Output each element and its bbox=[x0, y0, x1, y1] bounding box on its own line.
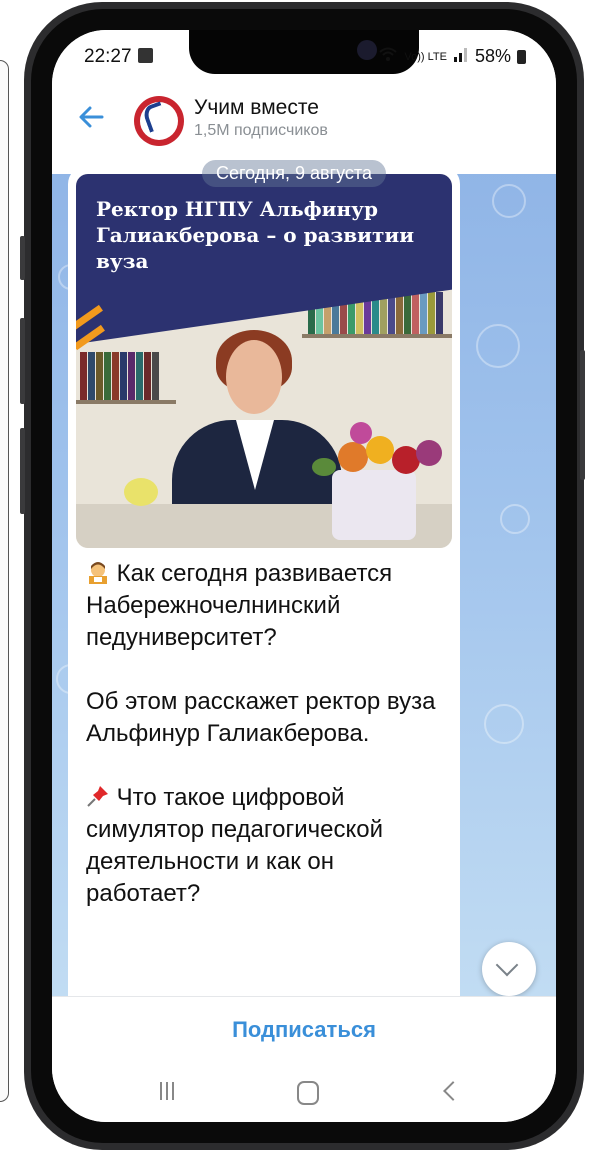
doodle-circle bbox=[484, 704, 524, 744]
bookshelf bbox=[76, 400, 176, 404]
flower-vase bbox=[332, 470, 416, 540]
signal-icon bbox=[453, 46, 469, 67]
chat-area[interactable]: Сегодня, 9 августа Ректор НГПУ Альфинур … bbox=[52, 144, 556, 996]
channel-name[interactable]: Учим вместе bbox=[194, 96, 319, 120]
bookshelf bbox=[302, 334, 452, 338]
wifi-icon bbox=[378, 46, 398, 67]
power-button bbox=[580, 350, 585, 480]
system-nav-bar bbox=[52, 1060, 556, 1122]
chevron-down-icon bbox=[495, 953, 519, 977]
mute-switch bbox=[20, 236, 25, 280]
leaves bbox=[312, 458, 336, 476]
back-arrow-icon[interactable] bbox=[78, 102, 104, 136]
flower bbox=[416, 440, 442, 466]
scroll-down-button[interactable] bbox=[482, 942, 536, 996]
battery-icon bbox=[517, 49, 526, 64]
doodle-circle bbox=[492, 184, 526, 218]
books-left bbox=[80, 352, 159, 400]
photo-title: Ректор НГПУ Альфинур Галиакберова – о ра… bbox=[96, 197, 415, 273]
message-paragraph: Об этом расскажет ректор вуза Альфинур Г… bbox=[86, 688, 436, 747]
volume-up-button bbox=[20, 318, 25, 404]
status-bar: 22:27 Vo)) LTE 58% bbox=[52, 30, 556, 82]
post-photo[interactable]: Ректор НГПУ Альфинур Галиакберова – о ра… bbox=[76, 174, 452, 548]
flower bbox=[350, 422, 372, 444]
message-text: Как сегодня развивается Набережночелнинс… bbox=[86, 558, 448, 942]
pushpin-emoji-icon bbox=[86, 784, 110, 808]
battery-percent: 58% bbox=[474, 46, 511, 66]
status-time: 22:27 bbox=[84, 46, 132, 67]
volume-down-button bbox=[20, 428, 25, 514]
message-paragraph: Как сегодня развивается Набережночелнинс… bbox=[86, 560, 393, 651]
teacher-emoji-icon bbox=[86, 560, 110, 584]
channel-avatar[interactable] bbox=[134, 96, 184, 146]
doodle-circle bbox=[476, 324, 520, 368]
front-camera bbox=[357, 40, 377, 60]
desk-lamp bbox=[124, 478, 158, 506]
nav-back-icon[interactable] bbox=[443, 1081, 463, 1101]
subscribe-button[interactable]: Подписаться bbox=[52, 1017, 556, 1043]
recents-icon[interactable] bbox=[160, 1082, 178, 1100]
network-label: Vo)) LTE bbox=[404, 50, 447, 63]
subscribe-bar: Подписаться bbox=[52, 996, 556, 1061]
date-label: Сегодня, 9 августа bbox=[202, 160, 386, 187]
adjacent-screen-edge bbox=[0, 60, 9, 1102]
phone-screen: Сегодня, 9 августа Ректор НГПУ Альфинур … bbox=[52, 30, 556, 1122]
flower bbox=[366, 436, 394, 464]
flower bbox=[338, 442, 368, 472]
message-bubble[interactable]: Ректор НГПУ Альфинур Галиакберова – о ра… bbox=[68, 166, 460, 996]
doodle-circle bbox=[500, 504, 530, 534]
notification-icon bbox=[138, 48, 153, 63]
status-icons: Vo)) LTE 58% bbox=[378, 46, 526, 67]
woman-face bbox=[226, 340, 282, 414]
message-paragraph: Что такое цифровой симулятор педагогичес… bbox=[86, 784, 384, 907]
home-icon[interactable] bbox=[297, 1081, 319, 1105]
subscriber-count: 1,5M подписчиков bbox=[194, 122, 328, 139]
